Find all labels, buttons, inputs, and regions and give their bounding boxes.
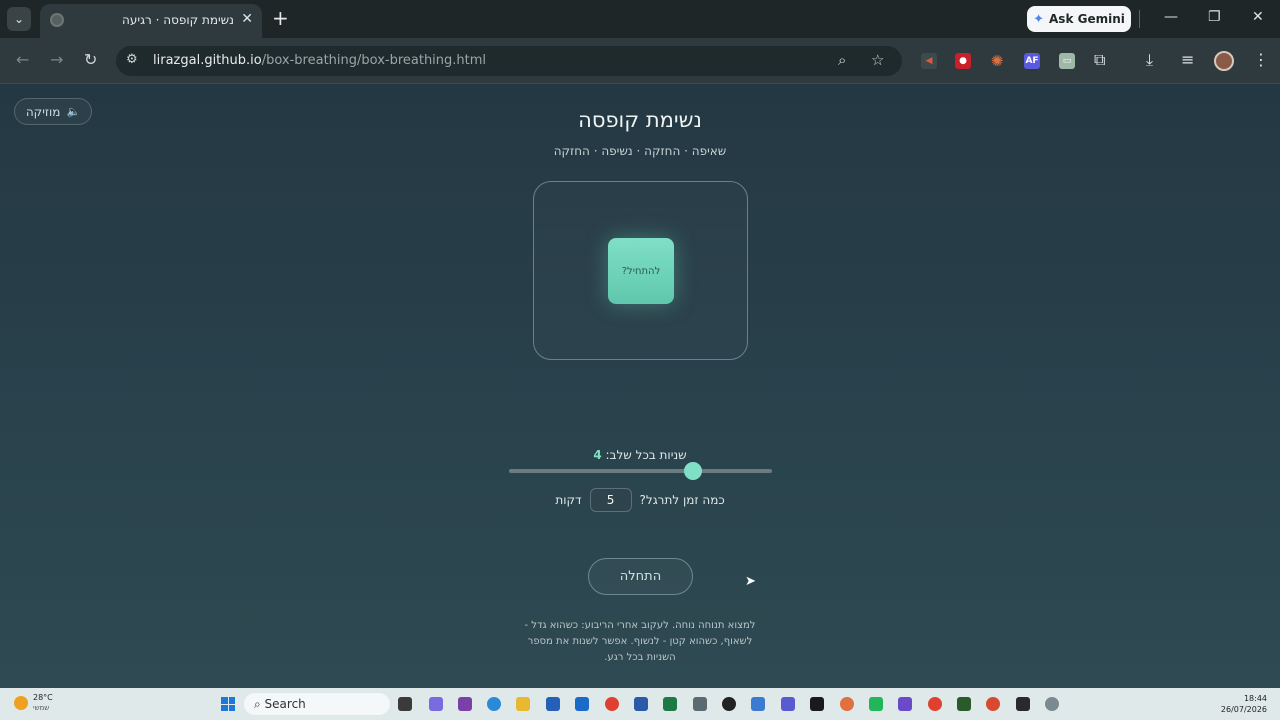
address-bar[interactable]: ⚙ lirazgal.github.io/box-breathing/box-b… bbox=[116, 46, 902, 76]
windows-start-icon[interactable] bbox=[221, 697, 235, 711]
reload-icon[interactable]: ↻ bbox=[84, 50, 97, 69]
mouse-cursor-icon: ➤ bbox=[745, 574, 756, 589]
url-text[interactable]: lirazgal.github.io/box-breathing/box-bre… bbox=[153, 53, 486, 68]
start-button[interactable]: התחלה bbox=[588, 558, 693, 595]
url-path: /box-breathing/box-breathing.html bbox=[261, 53, 487, 68]
settings-icon[interactable] bbox=[1045, 697, 1059, 711]
minimize-icon[interactable]: — bbox=[1164, 9, 1178, 25]
minutes-label: כמה זמן לתרגל? bbox=[639, 493, 725, 507]
restore-icon[interactable]: ❐ bbox=[1208, 9, 1221, 25]
extension-chat-icon[interactable]: ▭ bbox=[1059, 53, 1075, 69]
notepad-icon[interactable] bbox=[751, 697, 765, 711]
gemini-sparkle-icon: ✦ bbox=[1033, 11, 1045, 27]
music-label: מוזיקה bbox=[25, 104, 61, 119]
onenote-icon[interactable] bbox=[458, 697, 472, 711]
store-icon[interactable] bbox=[546, 697, 560, 711]
ask-gemini-label: Ask Gemini bbox=[1049, 12, 1125, 26]
seconds-label-text: שניות בכל שלב: bbox=[605, 448, 687, 462]
edge-icon[interactable] bbox=[487, 697, 501, 711]
seconds-slider-thumb[interactable] bbox=[684, 462, 703, 480]
seconds-slider-track[interactable] bbox=[509, 469, 772, 473]
taskbar-clock[interactable]: 18:44 26/07/2026 bbox=[1221, 693, 1267, 715]
notion-icon[interactable] bbox=[810, 697, 824, 711]
box-breathing-page: 🔈 מוזיקה נשימת קופסה שאיפה · החזקה · נשי… bbox=[0, 84, 1280, 688]
chrome-divider bbox=[1139, 10, 1140, 28]
new-tab-button[interactable]: + bbox=[272, 8, 289, 28]
profile-avatar[interactable] bbox=[1214, 51, 1234, 71]
weather-description: שמשי bbox=[33, 704, 50, 712]
media-controls-icon[interactable]: ≡ bbox=[1181, 50, 1194, 69]
taskbar-search[interactable]: ⌕ Search bbox=[244, 693, 390, 715]
clock-time: 18:44 bbox=[1243, 694, 1267, 703]
hint-line: לשאוף, כשהוא קטן - לנשוף. אפשר לשנות את … bbox=[527, 636, 753, 647]
page-title: נשימת קופסה bbox=[578, 108, 702, 132]
zoom-icon[interactable]: ⌕ bbox=[838, 51, 846, 69]
back-icon[interactable]: ← bbox=[16, 50, 29, 69]
hint-line: למצוא תנוחה נוחה. לעקוב אחרי הריבוע: כשה… bbox=[524, 620, 756, 631]
breathing-square-label: להתחיל? bbox=[621, 265, 661, 277]
tab-title: נשימת קופסה · רגיעה bbox=[122, 13, 234, 27]
instructions-hint: למצוא תנוחה נוחה. לעקוב אחרי הריבוע: כשה… bbox=[510, 618, 770, 666]
whatsapp-icon[interactable] bbox=[869, 697, 883, 711]
extension-af-icon[interactable]: AF bbox=[1024, 53, 1040, 69]
excel-icon[interactable] bbox=[663, 697, 677, 711]
practice-duration-row: דקות כמה זמן לתרגל? bbox=[480, 487, 800, 513]
music-toggle-button[interactable]: 🔈 מוזיקה bbox=[14, 98, 92, 125]
calculator-icon[interactable] bbox=[693, 697, 707, 711]
sun-icon bbox=[14, 696, 28, 710]
minutes-unit: דקות bbox=[555, 493, 582, 507]
word-icon[interactable] bbox=[634, 697, 648, 711]
minutes-input[interactable] bbox=[589, 488, 632, 512]
close-window-icon[interactable]: ✕ bbox=[1252, 9, 1264, 25]
tab-favicon-icon bbox=[50, 13, 64, 27]
teams-icon[interactable] bbox=[781, 697, 795, 711]
extension-red-icon[interactable]: ● bbox=[955, 53, 971, 69]
active-tab[interactable]: נשימת קופסה · רגיעה ✕ bbox=[40, 4, 262, 38]
windows-taskbar: 28°C שמשי ⌕ Search 18:44 26/07/2026 bbox=[0, 688, 1280, 720]
tab-search-menu-button[interactable]: ⌄ bbox=[7, 7, 31, 31]
copilot-icon[interactable] bbox=[429, 697, 443, 711]
app-purple-icon[interactable] bbox=[898, 697, 912, 711]
ask-gemini-button[interactable]: ✦ Ask Gemini bbox=[1027, 6, 1131, 32]
chrome-active-icon[interactable] bbox=[928, 697, 942, 711]
taskbar-search-label: Search bbox=[264, 697, 306, 711]
url-host: lirazgal.github.io bbox=[153, 53, 262, 68]
speaker-icon: 🔈 bbox=[66, 105, 81, 118]
chrome-icon[interactable] bbox=[605, 697, 619, 711]
terminal-icon[interactable] bbox=[1016, 697, 1030, 711]
breathing-square[interactable]: להתחיל? bbox=[608, 238, 674, 304]
seconds-value: 4 bbox=[593, 448, 602, 462]
download-icon[interactable]: ⤓ bbox=[1146, 50, 1153, 70]
file-explorer-icon[interactable] bbox=[516, 697, 530, 711]
extension-megaphone-icon[interactable]: ◀ bbox=[921, 53, 937, 69]
extensions-puzzle-icon[interactable]: ⧉ bbox=[1094, 50, 1105, 70]
tab-strip: ⌄ נשימת קופסה · רגיעה ✕ + ✦ Ask Gemini —… bbox=[0, 0, 1280, 38]
seconds-per-phase-label: שניות בכל שלב: 4 bbox=[500, 448, 780, 462]
clock-date: 26/07/2026 bbox=[1220, 705, 1267, 714]
page-subtitle: שאיפה · החזקה · נשיפה · החזקה bbox=[553, 144, 727, 158]
outlook-icon[interactable] bbox=[575, 697, 589, 711]
more-menu-icon[interactable]: ⋮ bbox=[1253, 50, 1269, 69]
task-view-icon[interactable] bbox=[398, 697, 412, 711]
extension-sparkle-icon[interactable]: ✺ bbox=[989, 52, 1005, 70]
bookmark-star-icon[interactable]: ☆ bbox=[871, 51, 884, 69]
app-dark-circle-icon[interactable] bbox=[722, 697, 736, 711]
site-info-icon[interactable]: ⚙ bbox=[126, 52, 138, 67]
breathing-box: להתחיל? bbox=[533, 181, 748, 360]
chrome-profile-icon[interactable] bbox=[986, 697, 1000, 711]
forward-icon[interactable]: → bbox=[50, 50, 63, 69]
app-green-icon[interactable] bbox=[957, 697, 971, 711]
claude-icon[interactable] bbox=[840, 697, 854, 711]
hint-line: השניות בכל רגע. bbox=[604, 652, 676, 663]
weather-temperature: 28°C bbox=[33, 693, 53, 702]
browser-toolbar: ← → ↻ ⚙ lirazgal.github.io/box-breathing… bbox=[0, 38, 1280, 84]
close-tab-icon[interactable]: ✕ bbox=[241, 11, 253, 27]
